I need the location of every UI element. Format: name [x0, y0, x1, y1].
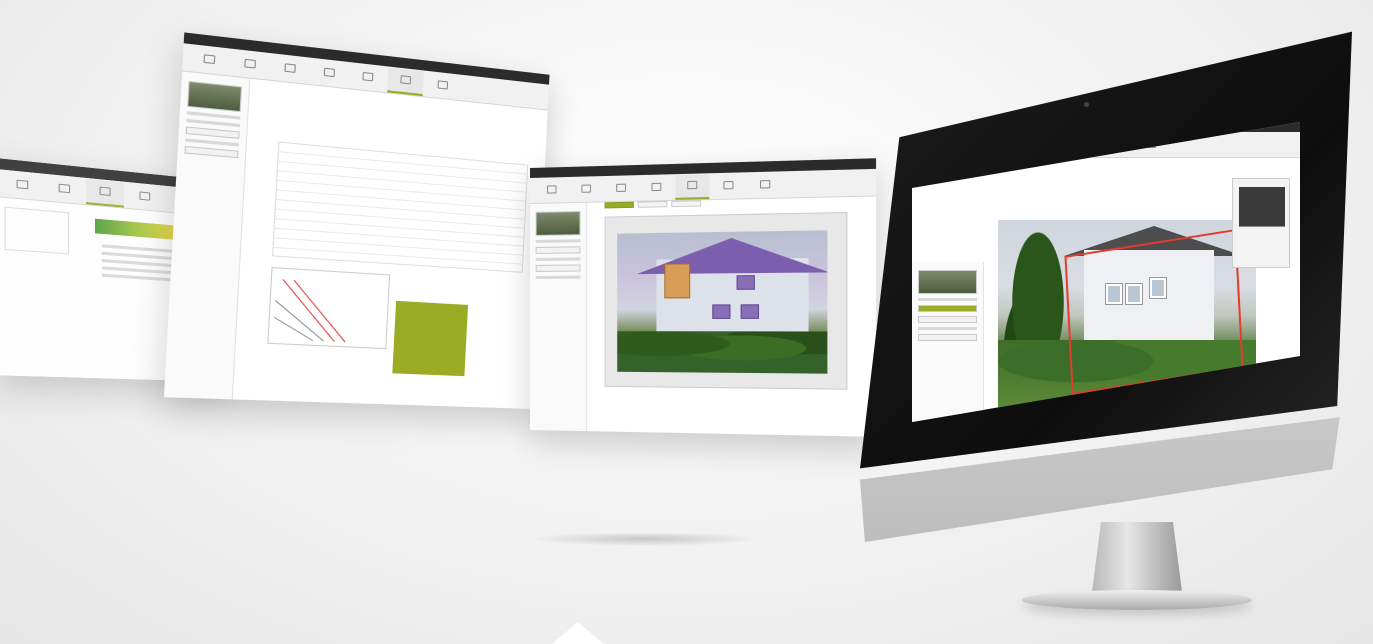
screen-2-sidebar	[163, 71, 251, 400]
home-icon	[687, 180, 698, 190]
roof-icon	[581, 184, 592, 193]
toolbar-button[interactable]	[349, 63, 386, 92]
toolbar-button[interactable]	[748, 172, 783, 198]
chart-line	[273, 317, 314, 340]
sidebar-line	[535, 239, 581, 243]
toolbar-button[interactable]	[536, 178, 568, 203]
left-panel	[4, 206, 69, 255]
yield-chart	[267, 267, 391, 350]
trees	[617, 331, 828, 374]
tab-2[interactable]	[637, 201, 668, 208]
view-tabs	[604, 200, 702, 209]
toolbar-button[interactable]	[189, 45, 229, 75]
sidebar-line	[186, 118, 241, 128]
sidebar-button[interactable]	[918, 334, 977, 341]
home-icon	[547, 185, 557, 194]
window	[736, 275, 755, 290]
module-preview-panel	[1232, 178, 1290, 268]
sidebar-button[interactable]	[918, 305, 977, 312]
tool-icon	[99, 186, 111, 196]
house-thumbnail[interactable]	[535, 210, 581, 236]
toolbar-button[interactable]	[230, 50, 270, 80]
solar-module-preview	[1239, 187, 1285, 227]
home-icon	[16, 179, 29, 190]
toolbar-button[interactable]	[2, 171, 42, 201]
chart-icon	[437, 80, 449, 90]
toolbar-button[interactable]	[711, 173, 745, 199]
sidebar-line	[918, 298, 977, 301]
hero-stage	[0, 0, 1373, 644]
toolbar-button[interactable]	[425, 72, 461, 100]
results-table	[272, 141, 529, 273]
summary-box	[392, 300, 469, 377]
imac-device	[860, 22, 1352, 620]
chart-svg	[268, 268, 391, 350]
screen-3-sidebar	[530, 202, 588, 432]
tab-1[interactable]	[604, 201, 634, 209]
imac-sidebar	[912, 262, 984, 422]
sidebar-line	[186, 111, 241, 120]
sidebar-button[interactable]	[918, 316, 977, 323]
chart-icon	[760, 180, 771, 189]
sidebar-button[interactable]	[535, 264, 581, 272]
tab-3[interactable]	[671, 200, 702, 208]
app-screen-3	[530, 158, 877, 437]
section-pointer	[552, 622, 604, 644]
toolbar-button[interactable]	[310, 59, 348, 88]
home-icon	[203, 54, 216, 65]
toolbar-button[interactable]	[570, 177, 603, 202]
floor-shadow	[530, 532, 760, 546]
sidebar-button[interactable]	[184, 145, 239, 159]
chart-line	[280, 279, 338, 341]
design-canvas[interactable]	[604, 211, 848, 390]
camera-icon	[723, 180, 734, 190]
house-thumbnail[interactable]	[187, 80, 243, 113]
house-thumbnail[interactable]	[918, 270, 977, 294]
sidebar-line	[185, 138, 239, 147]
toolbar-button[interactable]	[86, 178, 125, 208]
app-screen-2	[163, 32, 550, 409]
sidebar-line	[535, 275, 581, 279]
tool-icon	[616, 183, 626, 192]
toolbar-button[interactable]	[45, 175, 84, 204]
house-photo	[617, 230, 828, 374]
toolbar-button[interactable]	[675, 174, 710, 200]
toolbar-button[interactable]	[640, 175, 674, 200]
window	[712, 304, 731, 319]
window	[740, 304, 759, 319]
sidebar-line	[918, 327, 977, 330]
roof-icon	[58, 183, 71, 194]
chart-icon	[139, 191, 151, 201]
tool-icon	[651, 182, 662, 192]
tool-icon	[284, 63, 296, 73]
tool-icon	[323, 67, 335, 78]
imac-foot	[1022, 590, 1252, 610]
toolbar-button[interactable]	[605, 176, 638, 201]
toolbar-button[interactable]	[126, 183, 163, 211]
roof-icon	[244, 58, 256, 69]
chart-icon	[400, 75, 412, 85]
camera-icon	[1084, 102, 1089, 107]
selected-module-area[interactable]	[664, 263, 691, 299]
sidebar-button[interactable]	[185, 126, 240, 139]
roof-selection-outline[interactable]	[1064, 228, 1244, 396]
sidebar-button[interactable]	[535, 246, 581, 254]
imac-stand	[1092, 522, 1182, 592]
toolbar-button[interactable]	[387, 67, 424, 97]
sidebar-line	[535, 257, 581, 261]
toolbar-button[interactable]	[271, 54, 310, 84]
home-icon	[362, 71, 374, 82]
